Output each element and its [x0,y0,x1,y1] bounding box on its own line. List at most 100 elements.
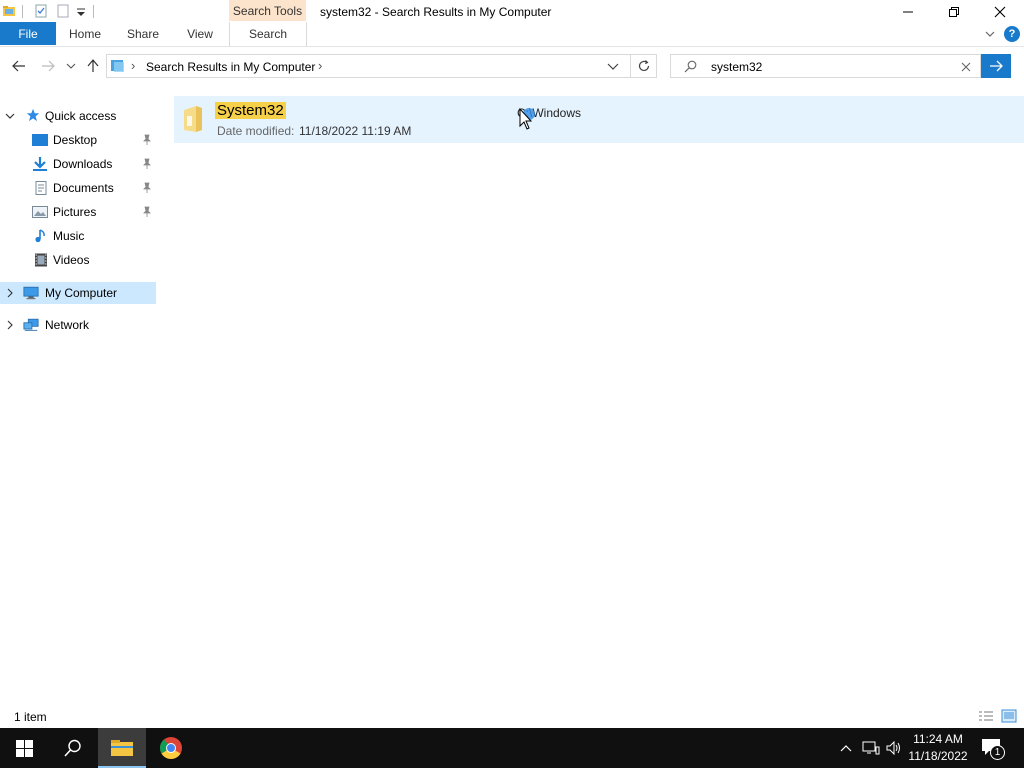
pictures-icon [32,206,48,218]
chevron-down-icon [66,63,76,69]
search-box[interactable]: system32 [670,54,981,78]
tab-search[interactable]: Search [229,22,307,46]
notification-badge: 1 [990,745,1005,760]
tab-view[interactable]: View [178,22,222,45]
navigation-pane: Quick access Desktop Downloads Documents… [0,96,157,700]
show-hidden-icons-icon[interactable] [840,743,852,753]
ribbon-tab-bar: File Home Share View Search ? [0,22,1024,47]
windows-logo-icon [15,739,33,757]
breadcrumb-search-results[interactable]: Search Results in My Computer [146,60,315,74]
forward-button[interactable] [37,55,59,77]
chevron-down-icon[interactable] [5,111,15,121]
nav-quick-access[interactable]: Quick access [0,105,156,127]
close-button[interactable] [977,0,1023,24]
address-bar[interactable]: › Search Results in My Computer › [106,54,657,78]
result-row-system32[interactable]: System32 Date modified: 11/18/2022 11:19… [174,96,1024,143]
nav-label: Quick access [45,109,117,123]
minimize-button[interactable] [885,0,931,24]
nav-item-downloads[interactable]: Downloads [0,153,156,175]
forward-arrow-icon [42,60,55,72]
chevron-right-icon[interactable] [5,288,15,298]
help-icon[interactable]: ? [1004,26,1020,42]
arrow-right-icon [990,60,1003,72]
minimize-icon [903,11,913,13]
back-button[interactable] [8,55,30,77]
clock-time[interactable]: 11:24 AM [902,732,974,746]
nav-label: Downloads [53,157,113,171]
desktop-icon [32,134,48,146]
pin-icon[interactable] [142,158,152,170]
nav-item-my-computer[interactable]: My Computer [0,282,156,304]
breadcrumb-separator[interactable]: › [131,58,135,73]
result-date-value: 11/18/2022 11:19 AM [299,124,412,138]
nav-label: Pictures [53,205,97,219]
expand-ribbon-icon[interactable] [985,29,995,39]
nav-label: Videos [53,253,90,267]
search-go-button[interactable] [981,54,1011,78]
volume-icon[interactable] [886,741,902,755]
nav-item-music[interactable]: Music [0,225,156,247]
nav-item-network[interactable]: Network [0,314,156,336]
documents-icon [35,181,47,195]
up-arrow-icon [87,59,99,72]
clear-search-icon[interactable] [961,62,971,72]
properties-icon[interactable] [34,4,48,18]
new-folder-icon[interactable] [56,4,70,18]
network-status-icon[interactable] [862,741,880,755]
search-icon [64,739,81,757]
close-icon [994,6,1006,18]
music-icon [35,229,45,243]
up-button[interactable] [82,55,104,77]
title-bar: Search Tools system32 - Search Results i… [0,0,1024,24]
mouse-cursor-icon [519,108,535,130]
nav-label: Documents [53,181,114,195]
nav-item-pictures[interactable]: Pictures [0,201,156,223]
search-icon [684,60,697,73]
qat-divider [22,5,23,18]
restore-icon [949,7,959,17]
pin-icon[interactable] [142,134,152,146]
large-icons-view-icon[interactable] [1001,709,1017,723]
network-icon [23,318,39,331]
pin-icon[interactable] [142,206,152,218]
nav-label: Desktop [53,133,98,147]
pin-icon[interactable] [142,182,152,194]
details-view-icon[interactable] [978,710,994,722]
restore-button[interactable] [931,0,977,24]
window-title: system32 - Search Results in My Computer [320,5,552,19]
qat-divider [93,5,94,18]
status-item-count: 1 item [14,710,47,724]
nav-label: My Computer [45,286,118,300]
downloads-icon [33,157,47,171]
refresh-icon [638,60,650,72]
file-explorer-icon [111,740,133,756]
videos-icon [35,253,47,267]
taskbar-search-button[interactable] [49,728,97,768]
computer-icon [23,286,39,300]
tab-home[interactable]: Home [62,22,108,45]
contextual-tab-label: Search Tools [232,4,303,18]
qat-dropdown-icon[interactable] [74,6,88,20]
result-name[interactable]: System32 [215,102,286,119]
chevron-right-icon[interactable] [5,320,15,330]
start-button[interactable] [0,728,48,768]
search-results-icon [111,60,124,72]
tab-file[interactable]: File [0,22,56,45]
breadcrumb-separator[interactable]: › [318,58,322,73]
recent-locations-button[interactable] [62,55,80,77]
nav-item-desktop[interactable]: Desktop [0,129,156,151]
back-arrow-icon [12,60,25,72]
action-center-button[interactable]: 1 [981,738,1005,760]
clock-date[interactable]: 11/18/2022 [902,749,974,763]
nav-item-documents[interactable]: Documents [0,177,156,199]
result-date-label: Date modified: [217,124,295,138]
search-input[interactable]: system32 [711,60,762,74]
refresh-button[interactable] [630,54,657,78]
address-dropdown-icon[interactable] [607,63,619,71]
chrome-icon [160,737,182,759]
taskbar-chrome[interactable] [147,728,195,768]
star-icon [26,108,40,122]
taskbar-file-explorer[interactable] [98,728,146,768]
tab-share[interactable]: Share [120,22,166,45]
nav-item-videos[interactable]: Videos [0,249,156,271]
